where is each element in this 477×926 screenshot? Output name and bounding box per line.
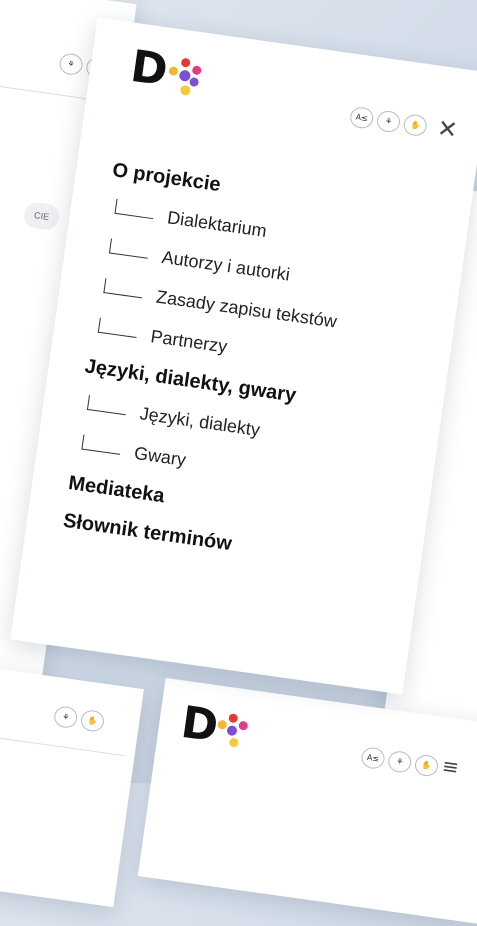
logo-dot [188, 76, 200, 88]
left-card-pill[interactable]: CIE [22, 200, 61, 232]
bottom-card-logo[interactable]: D [178, 696, 249, 753]
bottom-left-a11y-group: ⚘ ✋ [52, 705, 106, 733]
tree-branch-icon [81, 434, 123, 455]
menu-section-label: O projekcie [111, 159, 222, 197]
logo-dot [226, 725, 238, 737]
motion-icon[interactable]: ⚘ [375, 109, 402, 134]
logo-dot [168, 65, 179, 77]
logo-dot [238, 720, 249, 731]
font-size-icon[interactable]: A≤ [348, 105, 375, 130]
background-card-bottom: D A≤ ⚘ ✋ ≡ [137, 677, 477, 926]
menu-item-label: Gwary [133, 442, 188, 470]
background-card-bottom-left: ⚘ ✋ [0, 648, 144, 908]
main-menu: O projekcie Dialektarium Autorzy i autor… [61, 151, 452, 587]
site-logo[interactable]: D [127, 40, 202, 97]
logo-dot [228, 713, 239, 724]
sign-language-icon[interactable]: ✋ [79, 708, 106, 733]
sign-language-icon[interactable]: ✋ [402, 113, 429, 138]
tree-branch-icon [103, 277, 145, 298]
tree-branch-icon [108, 238, 150, 259]
logo-letter: D [127, 40, 171, 97]
bottom-left-divider [0, 737, 125, 757]
logo-dot [217, 719, 228, 730]
bottom-card-a11y-group: A≤ ⚘ ✋ [360, 746, 440, 778]
tree-branch-icon [86, 394, 128, 415]
logo-dot [191, 65, 202, 76]
tree-branch-icon [114, 198, 156, 219]
logo-dot [179, 84, 191, 97]
logo-dot [180, 57, 191, 68]
sign-language-icon[interactable]: ✋ [413, 753, 440, 778]
motion-icon[interactable]: ⚘ [386, 749, 413, 774]
logo-dot [228, 737, 239, 748]
motion-icon[interactable]: ⚘ [58, 52, 84, 77]
logo-letter: D [178, 696, 222, 753]
tree-branch-icon [97, 317, 139, 338]
hamburger-menu-icon[interactable]: ≡ [441, 753, 461, 779]
menu-section-label: Mediateka [67, 472, 166, 508]
font-size-icon[interactable]: A≤ [360, 746, 386, 771]
close-icon[interactable]: ✕ [434, 114, 461, 145]
accessibility-toolbar: A≤ ⚘ ✋ [348, 105, 429, 138]
motion-icon[interactable]: ⚘ [52, 705, 79, 730]
